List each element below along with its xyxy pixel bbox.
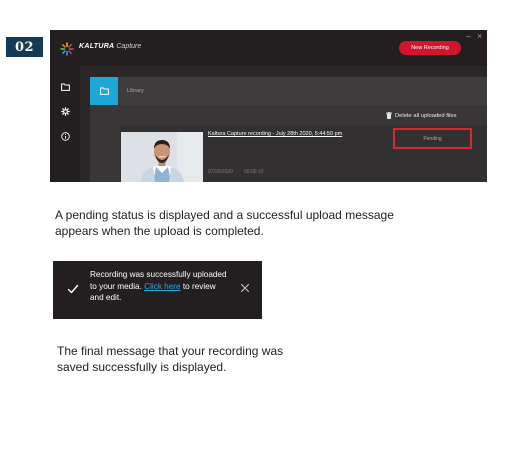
app-brand: KALTURA bbox=[79, 43, 115, 50]
app-title: KALTURA Capture bbox=[79, 43, 141, 50]
close-icon[interactable] bbox=[239, 282, 251, 294]
toast-message: Recording was successfully uploaded to y… bbox=[90, 269, 230, 304]
recording-row[interactable]: Kaltura Capture recording - July 28th 20… bbox=[120, 125, 487, 182]
recording-date: 07/28/2020 bbox=[208, 169, 234, 175]
window-close-button[interactable]: × bbox=[477, 31, 482, 41]
review-and-edit-link[interactable]: Click here bbox=[144, 282, 180, 291]
library-panel: Library Delete all uploaded files Kaltur… bbox=[90, 77, 487, 182]
recording-duration: 00:00:10 bbox=[244, 169, 264, 175]
delete-all-uploaded-button[interactable]: Delete all uploaded files bbox=[386, 112, 457, 119]
info-icon[interactable] bbox=[59, 130, 71, 142]
kaltura-capture-window: KALTURA Capture New Recording – × Librar… bbox=[50, 30, 487, 182]
title-bar: KALTURA Capture New Recording – × bbox=[50, 30, 487, 66]
folder-icon bbox=[99, 87, 109, 95]
library-title: Library bbox=[127, 88, 144, 94]
delete-all-label: Delete all uploaded files bbox=[395, 112, 457, 119]
kaltura-logo-icon bbox=[60, 42, 74, 56]
library-header: Library bbox=[90, 77, 487, 105]
caption-final-message: The final message that your recording wa… bbox=[57, 344, 284, 374]
pending-status-badge: Pending bbox=[423, 135, 442, 142]
recording-title-link[interactable]: Kaltura Capture recording - July 28th 20… bbox=[208, 131, 342, 137]
caption-pending-status: A pending status is displayed and a succ… bbox=[55, 208, 394, 238]
step-number-badge: 02 bbox=[6, 37, 43, 57]
library-folder-button[interactable] bbox=[90, 77, 118, 105]
minimize-button[interactable]: – bbox=[466, 31, 471, 41]
folder-icon[interactable] bbox=[59, 81, 71, 93]
upload-success-toast: Recording was successfully uploaded to y… bbox=[53, 261, 262, 319]
check-icon bbox=[67, 284, 79, 294]
status-highlight-box: Pending bbox=[393, 128, 472, 149]
trash-icon bbox=[386, 112, 392, 119]
sidebar bbox=[50, 66, 80, 182]
new-recording-button[interactable]: New Recording bbox=[399, 41, 461, 55]
app-product: Capture bbox=[116, 43, 142, 50]
recording-thumbnail[interactable] bbox=[121, 132, 203, 182]
presenter-thumbnail-image bbox=[121, 132, 203, 182]
gear-icon[interactable] bbox=[59, 105, 71, 117]
